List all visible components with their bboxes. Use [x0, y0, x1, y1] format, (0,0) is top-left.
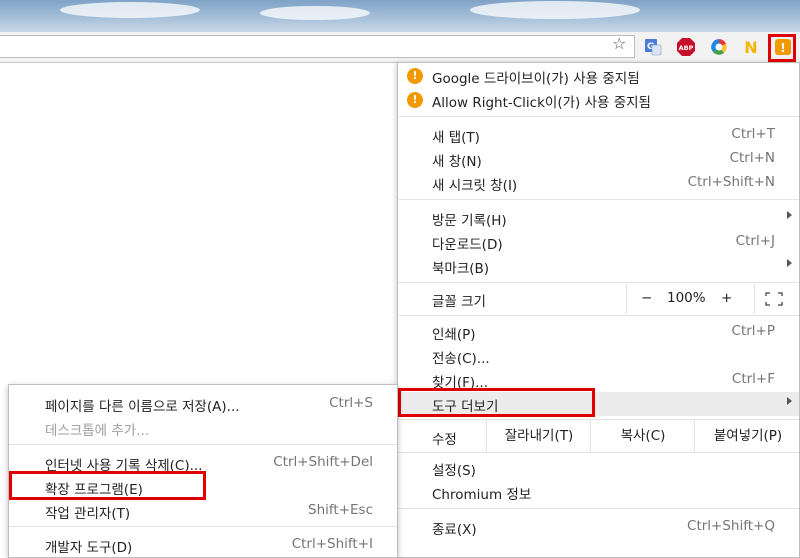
highlight-more-tools	[398, 388, 595, 417]
menu-item-new-tab[interactable]: 새 탭(T) Ctrl+T	[398, 123, 799, 147]
separator	[9, 526, 397, 527]
separator	[398, 199, 799, 200]
cut-button[interactable]: 잘라내기(T)	[486, 420, 591, 452]
translate-extension-icon[interactable]: G	[643, 37, 663, 57]
menu-item-exit[interactable]: 종료(X) Ctrl+Shift+Q	[398, 515, 799, 539]
menu-item-right-click-disabled[interactable]: ! Allow Right-Click이(가) 사용 중지됨	[398, 88, 799, 112]
fullscreen-button[interactable]	[754, 284, 800, 314]
chrome-main-menu: ! Google 드라이브이(가) 사용 중지됨 ! Allow Right-C…	[397, 62, 800, 558]
cloud	[470, 1, 640, 19]
menu-item-new-window[interactable]: 새 창(N) Ctrl+N	[398, 147, 799, 171]
submenu-arrow-icon	[787, 211, 792, 219]
separator	[398, 116, 799, 117]
menu-item-task-manager[interactable]: 작업 관리자(T) Shift+Esc	[9, 499, 397, 523]
menu-item-about[interactable]: Chromium 정보	[398, 480, 799, 504]
menu-row-zoom: 글꼴 크기 − 100% +	[398, 284, 799, 314]
menu-item-downloads[interactable]: 다운로드(D) Ctrl+J	[398, 230, 799, 254]
highlight-menu-button	[768, 34, 796, 62]
menu-item-cast[interactable]: 전송(C)...	[398, 344, 799, 368]
highlight-extensions	[9, 471, 206, 500]
menu-item-save-as[interactable]: 페이지를 다른 이름으로 저장(A)... Ctrl+S	[9, 392, 397, 416]
adblock-plus-icon[interactable]: ABP	[676, 37, 696, 57]
menu-item-settings[interactable]: 설정(S)	[398, 456, 799, 480]
separator	[398, 508, 799, 509]
desktop-background	[0, 0, 800, 32]
submenu-arrow-icon	[787, 259, 792, 267]
cloud	[60, 2, 200, 18]
copy-button[interactable]: 복사(C)	[590, 420, 695, 452]
menu-row-edit: 수정 잘라내기(T) 복사(C) 붙여넣기(P)	[398, 420, 799, 452]
zoom-out-button[interactable]: −	[641, 290, 652, 306]
color-wheel-extension-icon[interactable]	[709, 37, 729, 57]
svg-text:N: N	[744, 38, 757, 57]
menu-item-history[interactable]: 방문 기록(H)	[398, 206, 799, 230]
address-bar[interactable]	[0, 35, 635, 58]
cloud	[260, 6, 370, 20]
separator	[398, 452, 799, 453]
menu-item-print[interactable]: 인쇄(P) Ctrl+P	[398, 320, 799, 344]
separator	[398, 282, 799, 283]
menu-item-developer-tools[interactable]: 개발자 도구(D) Ctrl+Shift+I	[9, 533, 397, 557]
warning-icon: !	[407, 68, 423, 84]
menu-item-bookmarks[interactable]: 북마크(B)	[398, 254, 799, 278]
svg-text:ABP: ABP	[679, 44, 694, 52]
browser-toolbar: ☆ G ABP N !	[0, 32, 800, 63]
paste-button[interactable]: 붙여넣기(P)	[694, 420, 800, 452]
menu-item-add-to-desktop: 데스크톱에 추가...	[45, 423, 150, 439]
warning-icon: !	[407, 92, 423, 108]
separator	[398, 315, 799, 316]
bookmark-star-icon[interactable]: ☆	[612, 34, 626, 53]
zoom-level: 100%	[667, 290, 706, 306]
submenu-arrow-icon	[787, 397, 792, 405]
separator	[9, 444, 397, 445]
n-extension-icon[interactable]: N	[741, 37, 761, 57]
fullscreen-icon	[765, 292, 783, 306]
menu-item-incognito[interactable]: 새 시크릿 창(I) Ctrl+Shift+N	[398, 171, 799, 195]
menu-item-google-drive-disabled[interactable]: ! Google 드라이브이(가) 사용 중지됨	[398, 64, 799, 88]
zoom-in-button[interactable]: +	[721, 290, 732, 306]
